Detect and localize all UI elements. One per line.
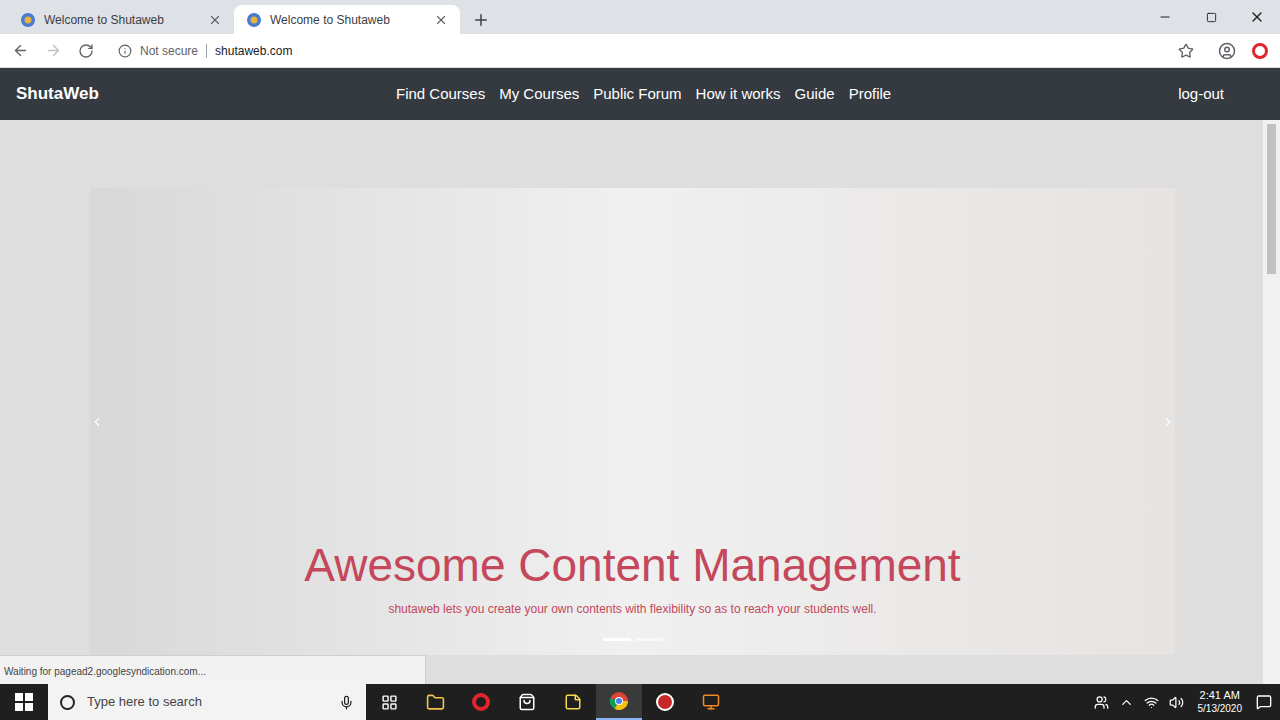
window-controls [1142, 0, 1280, 34]
tab-strip: Welcome to Shutaweb Welcome to Shutaweb [0, 0, 1280, 34]
windows-start-icon[interactable] [15, 693, 33, 711]
scrollbar[interactable] [1263, 120, 1280, 684]
carousel-indicator[interactable] [603, 638, 631, 641]
security-label: Not secure [140, 42, 198, 60]
desktop: Welcome to Shutaweb Welcome to Shutaweb No… [0, 0, 1280, 720]
logout-link[interactable]: log-out [1178, 83, 1224, 106]
taskbar-search[interactable]: Type here to search [48, 684, 366, 720]
profile-icon[interactable] [1218, 42, 1236, 60]
search-circle-icon [60, 695, 75, 710]
forward-icon[interactable] [45, 42, 62, 59]
network-icon[interactable] [1144, 695, 1159, 710]
new-tab-icon[interactable] [472, 11, 490, 29]
page-body: Awesome Content Management shutaweb lets … [0, 120, 1263, 684]
task-view-icon[interactable] [381, 694, 398, 711]
nav-links: Find Courses My Courses Public Forum How it… [396, 83, 891, 106]
maximize-icon[interactable] [1206, 12, 1217, 23]
browser-tab[interactable]: Welcome to Shutaweb [8, 5, 234, 34]
toolbar: Not secure shutaweb.com [0, 34, 1280, 68]
opera-icon[interactable] [472, 693, 490, 711]
carousel-indicator[interactable] [635, 638, 663, 641]
notifications-icon[interactable] [1256, 694, 1272, 710]
volume-icon[interactable] [1169, 695, 1184, 710]
carousel-indicators [603, 638, 663, 641]
file-explorer-icon[interactable] [426, 693, 445, 712]
app-icon[interactable] [656, 693, 674, 711]
show-hidden-icons-icon[interactable] [1119, 695, 1134, 710]
opera-extension-icon[interactable] [1252, 43, 1268, 59]
nav-link[interactable]: Find Courses [396, 83, 485, 106]
omnibox[interactable]: Not secure shutaweb.com [110, 37, 1202, 65]
scrollbar-thumb[interactable] [1267, 124, 1276, 274]
close-window-icon[interactable] [1249, 9, 1265, 25]
browser-tab[interactable]: Welcome to Shutaweb [234, 5, 460, 34]
carousel-prev-icon[interactable] [90, 413, 104, 431]
carousel-title: Awesome Content Management [304, 537, 960, 595]
system-tray: 2:41 AM5/13/2020 [1094, 689, 1280, 715]
favicon-icon [246, 12, 262, 28]
back-icon[interactable] [12, 42, 29, 59]
reload-icon[interactable] [78, 43, 94, 59]
nav-link[interactable]: My Courses [499, 83, 579, 106]
nav-link[interactable]: Guide [795, 83, 835, 106]
carousel-next-icon[interactable] [1161, 413, 1175, 431]
nav-link[interactable]: Profile [849, 83, 892, 106]
url: shutaweb.com [215, 42, 292, 60]
site-navbar: ShutaWeb Find Courses My Courses Public For… [0, 68, 1280, 120]
minimize-icon[interactable] [1158, 10, 1172, 24]
people-icon[interactable] [1094, 695, 1109, 710]
browser-status-bar: Waiting for pagead2.googlesyndication.co… [0, 655, 426, 684]
nav-link[interactable]: How it works [696, 83, 781, 106]
page: Awesome Content Management shutaweb lets … [0, 120, 1280, 684]
recorder-app-icon[interactable] [702, 693, 720, 711]
microphone-icon[interactable] [339, 695, 354, 710]
chrome-icon[interactable] [609, 691, 629, 711]
security-info-icon[interactable] [118, 44, 132, 58]
taskbar: Type here to search 2:41 AM5/13/2020 [0, 684, 1280, 720]
tab-close-icon[interactable] [208, 13, 222, 27]
favicon-icon [20, 12, 36, 28]
tab-title: Welcome to Shutaweb [270, 11, 426, 29]
carousel-caption: shutaweb lets you create your own conten… [388, 600, 876, 618]
tab-title: Welcome to Shutaweb [44, 11, 200, 29]
store-icon[interactable] [518, 693, 536, 711]
bookmark-star-icon[interactable] [1178, 43, 1194, 59]
clock[interactable]: 2:41 AM5/13/2020 [1194, 689, 1247, 715]
brand[interactable]: ShutaWeb [16, 81, 386, 107]
tab-close-icon[interactable] [434, 13, 448, 27]
carousel-slide: Awesome Content Management shutaweb lets … [104, 188, 1161, 655]
sticky-notes-icon[interactable] [564, 693, 582, 711]
carousel: Awesome Content Management shutaweb lets … [90, 188, 1175, 655]
nav-link[interactable]: Public Forum [593, 83, 681, 106]
